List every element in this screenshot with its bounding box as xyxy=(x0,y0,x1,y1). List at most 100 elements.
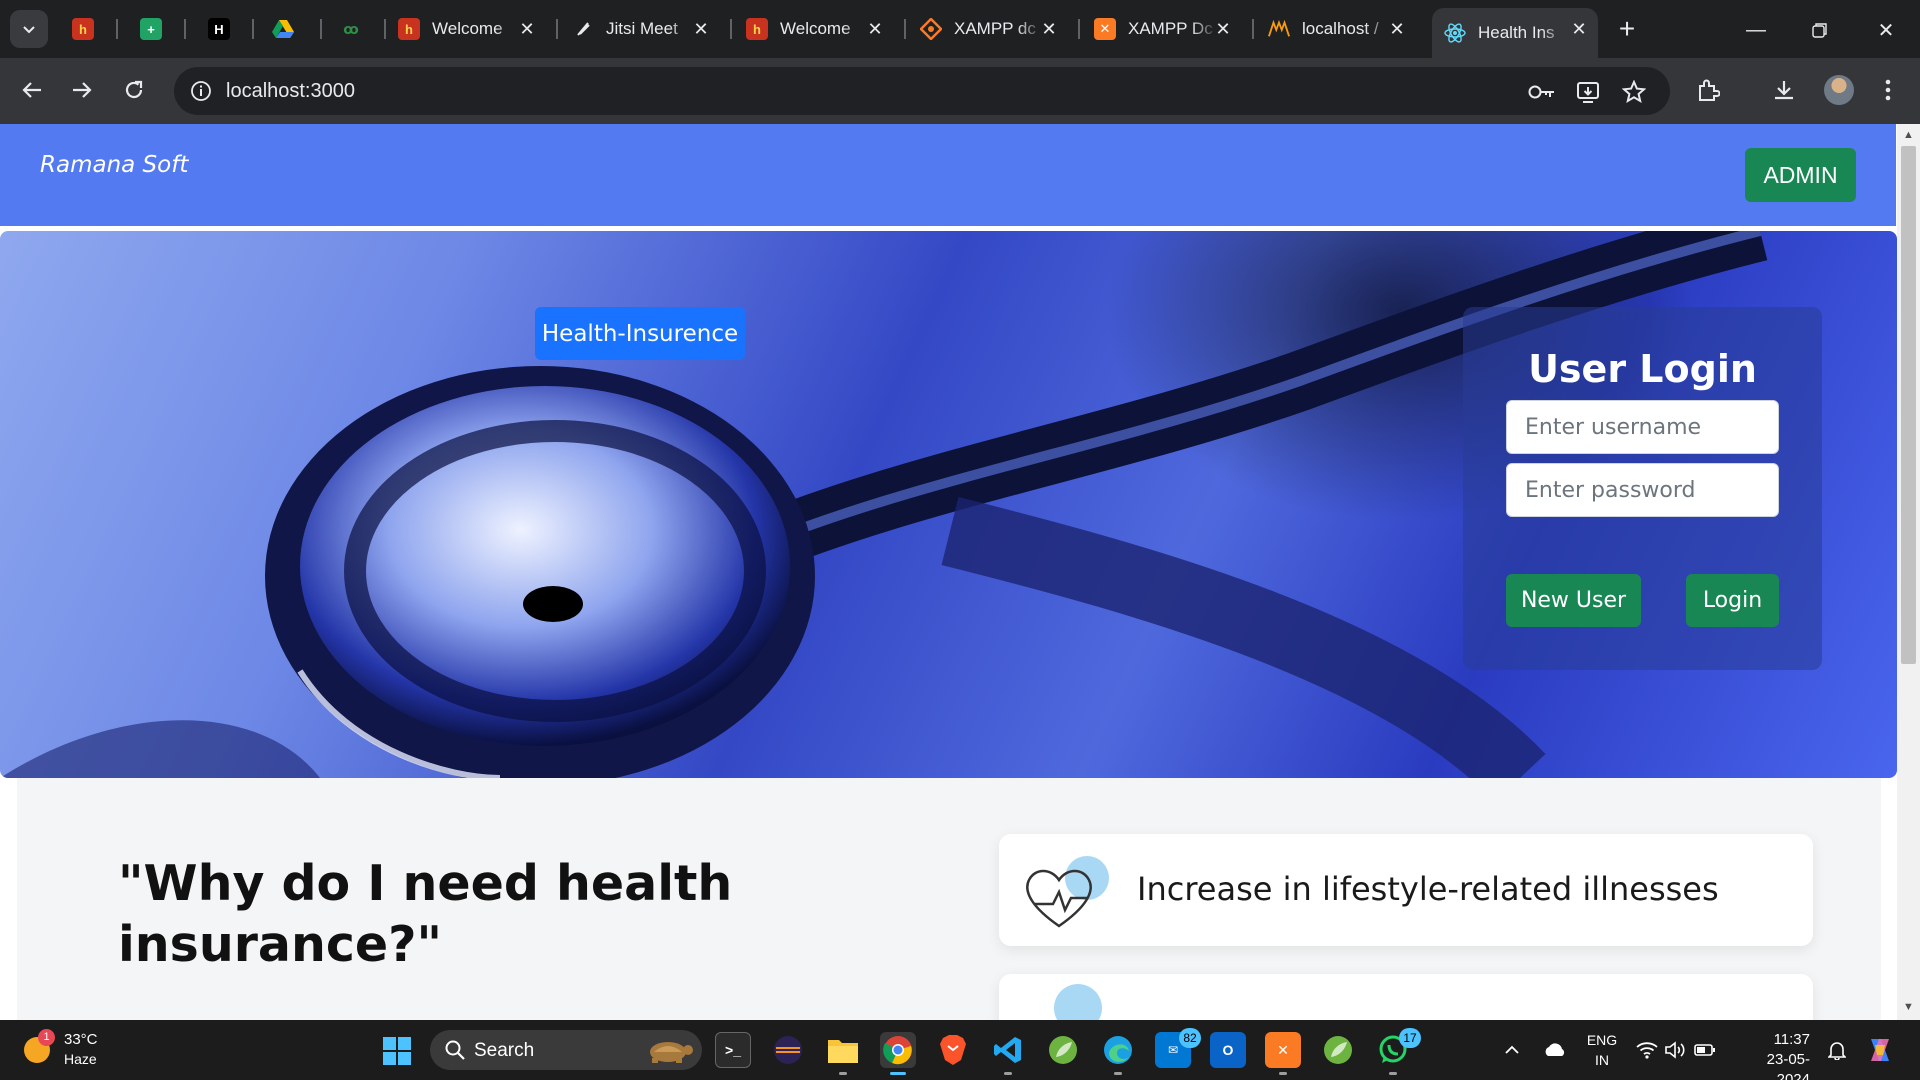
address-bar[interactable]: localhost:3000 xyxy=(174,67,1670,115)
forward-button[interactable] xyxy=(62,70,102,110)
close-icon[interactable]: ✕ xyxy=(1386,18,1408,40)
page-scrollbar[interactable]: ▲ ▼ xyxy=(1897,124,1920,1020)
reload-button[interactable] xyxy=(114,70,154,110)
tab-pinned-5[interactable]: ꝏ xyxy=(340,8,370,50)
restore-icon xyxy=(1812,23,1827,38)
hackerrank-icon: H xyxy=(208,18,230,40)
tab-welcome-1[interactable]: h Welcome ✕ xyxy=(398,8,546,50)
battery-icon[interactable] xyxy=(1692,1020,1718,1080)
username-input[interactable] xyxy=(1506,400,1779,454)
brand-logo-text[interactable]: Ramana Soft xyxy=(40,152,188,178)
tab-phpmyadmin[interactable]: localhost / ✕ xyxy=(1268,8,1416,50)
tab-title: Jitsi Meet xyxy=(606,19,678,38)
language-region: IN xyxy=(1595,1052,1609,1068)
feature-bubble-icon xyxy=(1054,984,1102,1020)
show-hidden-icons-chevron-icon[interactable] xyxy=(1500,1020,1524,1080)
site-navbar: Ramana Soft ADMIN xyxy=(0,124,1896,226)
geeksforgeeks-icon: ꝏ xyxy=(343,20,359,37)
language-indicator[interactable]: ENG IN xyxy=(1580,1030,1624,1070)
reload-icon xyxy=(125,80,143,99)
minimize-button[interactable]: — xyxy=(1736,10,1776,50)
user-login-card: User Login New User Login xyxy=(1463,307,1822,670)
admin-button[interactable]: ADMIN xyxy=(1745,148,1856,202)
onedrive-cloud-icon[interactable] xyxy=(1540,1020,1570,1080)
tab-pinned-4[interactable] xyxy=(272,8,302,50)
tab-title: Health Ins xyxy=(1478,23,1555,42)
tab-title: Welcome xyxy=(432,19,503,38)
new-user-button[interactable]: New User xyxy=(1506,574,1641,627)
install-app-icon[interactable] xyxy=(1574,78,1602,106)
tab-title: Welcome xyxy=(780,19,851,38)
clock-date: 23-05-2024 xyxy=(1766,1051,1810,1080)
tab-pinned-1[interactable]: h xyxy=(72,8,102,50)
login-title: User Login xyxy=(1528,347,1757,391)
why-insurance-section: "Why do I need health insurance?" Increa… xyxy=(17,778,1881,1020)
copilot-icon[interactable] xyxy=(1862,1020,1898,1080)
tab-xampp-1[interactable]: XAMPP dc ✕ xyxy=(920,8,1068,50)
xampp-diamond-icon xyxy=(920,18,942,40)
health-insurance-badge[interactable]: Health-Insurence xyxy=(535,307,745,360)
scroll-up-icon[interactable]: ▲ xyxy=(1901,128,1916,142)
extensions-icon[interactable] xyxy=(1690,72,1726,108)
menu-kebab-icon[interactable] xyxy=(1870,72,1906,108)
tab-pinned-2[interactable]: + xyxy=(140,8,170,50)
outlook-new-app-icon[interactable]: O xyxy=(1210,1032,1246,1068)
spring-tools-2-app-icon[interactable] xyxy=(1320,1032,1356,1068)
spring-tools-app-icon[interactable] xyxy=(1045,1032,1081,1068)
terminal-app-icon[interactable]: >_ xyxy=(715,1032,751,1068)
login-button[interactable]: Login xyxy=(1686,574,1779,627)
system-clock[interactable]: 11:37 23-05-2024 xyxy=(1734,1030,1810,1080)
browser-toolbar: localhost:3000 xyxy=(0,58,1920,124)
vscode-app-icon[interactable] xyxy=(990,1032,1026,1075)
tab-search-button[interactable] xyxy=(10,10,48,48)
mail-count-badge: 82 xyxy=(1179,1028,1201,1048)
whatsapp-app-icon[interactable]: 17 xyxy=(1375,1028,1421,1075)
tab-health-insurance[interactable]: Health Ins ✕ xyxy=(1432,8,1598,58)
tab-xampp-2[interactable]: ✕ XAMPP Dc ✕ xyxy=(1094,8,1242,50)
outlook-mail-app-icon[interactable]: ✉ 82 xyxy=(1155,1028,1201,1068)
close-icon[interactable]: ✕ xyxy=(516,18,538,40)
close-window-button[interactable]: ✕ xyxy=(1866,10,1906,50)
password-key-icon[interactable] xyxy=(1528,78,1556,106)
jitsi-icon xyxy=(572,18,594,40)
wifi-icon[interactable] xyxy=(1634,1020,1660,1080)
eclipse-app-icon[interactable] xyxy=(770,1032,806,1068)
react-icon xyxy=(1444,22,1466,44)
close-icon[interactable]: ✕ xyxy=(1038,18,1060,40)
search-label: Search xyxy=(474,1040,535,1061)
scroll-down-icon[interactable]: ▼ xyxy=(1901,1000,1916,1014)
weather-widget[interactable]: 1 33°C Haze xyxy=(20,1029,110,1073)
turtle-search-highlight-icon xyxy=(650,1042,693,1063)
file-explorer-app-icon[interactable] xyxy=(825,1032,861,1075)
bookmark-star-icon[interactable] xyxy=(1620,78,1648,106)
site-info-icon[interactable] xyxy=(186,76,216,106)
chevron-down-icon xyxy=(23,26,35,34)
tab-welcome-2[interactable]: h Welcome ✕ xyxy=(746,8,894,50)
taskbar-search[interactable]: Search xyxy=(430,1030,702,1070)
close-icon[interactable]: ✕ xyxy=(690,18,712,40)
tab-pinned-3[interactable]: H xyxy=(208,8,238,50)
tab-title: XAMPP Dc xyxy=(1128,19,1213,38)
edge-app-icon[interactable] xyxy=(1100,1032,1136,1075)
scroll-thumb[interactable] xyxy=(1901,146,1916,664)
close-icon[interactable]: ✕ xyxy=(1568,18,1590,40)
welcome-red-icon: h xyxy=(398,18,420,40)
notification-bell-icon[interactable] xyxy=(1824,1020,1850,1080)
close-icon[interactable]: ✕ xyxy=(1212,18,1234,40)
start-button[interactable] xyxy=(383,1037,411,1065)
restore-button[interactable] xyxy=(1800,10,1840,50)
downloads-icon[interactable] xyxy=(1766,72,1802,108)
profile-avatar[interactable] xyxy=(1824,75,1854,105)
chrome-app-icon[interactable] xyxy=(880,1032,916,1075)
brave-app-icon[interactable] xyxy=(935,1032,971,1068)
new-tab-button[interactable]: + xyxy=(1612,12,1642,46)
volume-icon[interactable] xyxy=(1662,1020,1688,1080)
tab-jitsi[interactable]: Jitsi Meet ✕ xyxy=(572,8,720,50)
search-icon xyxy=(445,1040,465,1060)
password-input[interactable] xyxy=(1506,463,1779,517)
back-button[interactable] xyxy=(12,70,52,110)
weather-condition: Haze xyxy=(64,1051,97,1067)
arrow-left-icon xyxy=(22,82,41,98)
xampp-app-icon[interactable]: ✕ xyxy=(1265,1032,1301,1075)
close-icon[interactable]: ✕ xyxy=(864,18,886,40)
